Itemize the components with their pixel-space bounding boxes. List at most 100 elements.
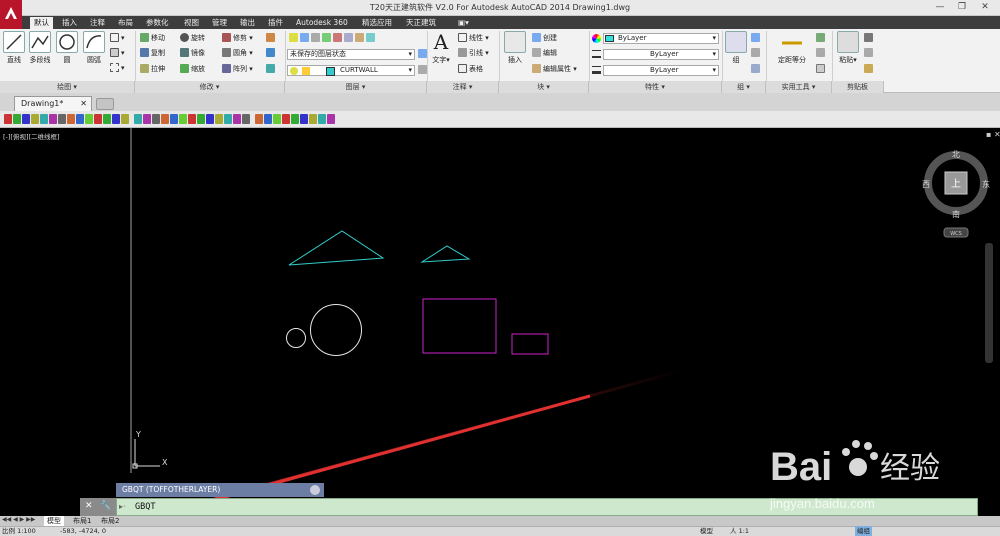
toolbar-icon[interactable]: [264, 114, 272, 124]
linear-dim-tool[interactable]: 线性 ▾: [458, 33, 489, 44]
close-icon[interactable]: ✕: [80, 97, 87, 110]
modify-panel-title[interactable]: 修改 ▾: [135, 81, 285, 93]
utilities-panel-title[interactable]: 实用工具 ▾: [766, 81, 832, 93]
toolbar-icon[interactable]: [179, 114, 187, 124]
tab-featured-apps[interactable]: 精选应用: [358, 17, 396, 29]
toolbar-icon[interactable]: [273, 114, 281, 124]
toolbar-icon[interactable]: [170, 114, 178, 124]
tab-plugins[interactable]: 插件: [264, 17, 287, 29]
tab-view[interactable]: 视图: [180, 17, 203, 29]
toolbar-icon[interactable]: [161, 114, 169, 124]
explode-icon[interactable]: [266, 48, 277, 59]
triangle-large[interactable]: [288, 230, 385, 266]
measure-tool[interactable]: 定距等分: [772, 31, 812, 65]
region-tool[interactable]: ▾: [110, 63, 125, 74]
tab-layout[interactable]: 布局: [114, 17, 137, 29]
toolbar-icon[interactable]: [22, 114, 30, 124]
rectangle-large[interactable]: [422, 298, 497, 354]
toolbar-icon[interactable]: [58, 114, 66, 124]
offset-icon[interactable]: [266, 64, 277, 75]
toolbar-icon[interactable]: [327, 114, 335, 124]
annotation-scale[interactable]: 人 1:1: [730, 526, 749, 536]
stretch-tool[interactable]: 拉伸: [140, 64, 165, 75]
toolbar-icon[interactable]: [31, 114, 39, 124]
group-select-icon[interactable]: [751, 64, 762, 75]
scale-tool[interactable]: 缩放: [180, 64, 205, 75]
group-edit-icon[interactable]: [751, 48, 762, 59]
toolbar-icon[interactable]: [291, 114, 299, 124]
toolbar-icon[interactable]: [94, 114, 102, 124]
tab-insert[interactable]: 插入: [58, 17, 81, 29]
trim-tool[interactable]: 修剪 ▾: [222, 33, 253, 44]
toolbar-icon[interactable]: [215, 114, 223, 124]
toolbar-icon[interactable]: [112, 114, 120, 124]
help-icon[interactable]: [310, 485, 320, 495]
toolbar-icon[interactable]: [4, 114, 12, 124]
properties-panel-title[interactable]: 特性 ▾: [589, 81, 722, 93]
video-icon[interactable]: ▣▾: [454, 17, 473, 29]
toolbar-icon[interactable]: [13, 114, 21, 124]
layout-tab-2[interactable]: 布局2: [98, 516, 122, 526]
paste-tool[interactable]: 粘贴▾: [836, 31, 860, 65]
toolbar-icon[interactable]: [85, 114, 93, 124]
nav-bar[interactable]: [985, 243, 993, 363]
rotate-tool[interactable]: 旋转: [180, 33, 205, 44]
autocad-logo[interactable]: [0, 0, 22, 30]
toolbar-icon[interactable]: [134, 114, 142, 124]
model-status[interactable]: 模型: [700, 526, 713, 536]
copy-tool[interactable]: 复制: [140, 48, 165, 59]
toolbar-icon[interactable]: [224, 114, 232, 124]
toolbar-icon[interactable]: [188, 114, 196, 124]
linetype-dropdown[interactable]: ByLayer: [603, 49, 719, 60]
polyline-tool[interactable]: 多段线: [28, 31, 52, 65]
mirror-tool[interactable]: 镜像: [180, 48, 205, 59]
wrench-icon[interactable]: 🔧: [100, 501, 111, 511]
edit-attribute-tool[interactable]: 编辑属性 ▾: [532, 64, 577, 75]
insert-block-tool[interactable]: 插入: [503, 31, 527, 65]
text-tool[interactable]: A 文字▾: [430, 31, 452, 65]
tab-default[interactable]: 默认: [30, 17, 53, 29]
arc-tool[interactable]: 圆弧: [82, 31, 106, 65]
groups-panel-title[interactable]: 组 ▾: [722, 81, 766, 93]
toolbar-icon[interactable]: [143, 114, 151, 124]
close-icon[interactable]: ✕: [85, 501, 93, 511]
array-tool[interactable]: 阵列 ▾: [222, 64, 253, 75]
toolbar-icon[interactable]: [197, 114, 205, 124]
toolbar-icon[interactable]: [255, 114, 263, 124]
toolbar-icon[interactable]: [40, 114, 48, 124]
toolbar-icon[interactable]: [76, 114, 84, 124]
toolbar-icon[interactable]: [67, 114, 75, 124]
triangle-small[interactable]: [420, 245, 471, 263]
layer-state-dropdown[interactable]: 未保存的图层状态: [287, 49, 415, 60]
draw-panel-title[interactable]: 绘图 ▾: [0, 81, 135, 93]
create-block-tool[interactable]: 创建: [532, 33, 557, 44]
clipboard-panel-title[interactable]: 剪贴板: [832, 81, 884, 93]
toolbar-icon[interactable]: [300, 114, 308, 124]
circle-small[interactable]: [286, 328, 306, 348]
utility-icon-1[interactable]: [816, 33, 827, 44]
toolbar-icon[interactable]: [121, 114, 129, 124]
utility-icon-3[interactable]: [816, 64, 827, 75]
ungroup-icon[interactable]: [751, 33, 762, 44]
copy-clip-icon[interactable]: [864, 48, 875, 59]
toolbar-icon[interactable]: [206, 114, 214, 124]
match-properties-icon[interactable]: [864, 64, 875, 75]
new-tab-icon[interactable]: [96, 98, 114, 110]
tab-annotate[interactable]: 注释: [86, 17, 109, 29]
tab-output[interactable]: 输出: [236, 17, 259, 29]
tab-parametric[interactable]: 参数化: [142, 17, 173, 29]
group-status[interactable]: 编组: [855, 526, 872, 536]
rectangle-tool[interactable]: ▾: [110, 33, 125, 44]
hatch-tool[interactable]: ▾: [110, 48, 125, 59]
toolbar-icon[interactable]: [233, 114, 241, 124]
tab-nav-arrows[interactable]: ◀◀ ◀ ▶ ▶▶: [2, 516, 35, 523]
circle-tool[interactable]: 圆: [55, 31, 79, 65]
tab-autodesk360[interactable]: Autodesk 360: [292, 17, 352, 29]
line-tool[interactable]: 直线: [2, 31, 26, 65]
tab-tangent[interactable]: 天正建筑: [402, 17, 440, 29]
layout-tab-1[interactable]: 布局1: [70, 516, 94, 526]
toolbar-icon[interactable]: [103, 114, 111, 124]
lineweight-dropdown[interactable]: ByLayer: [603, 65, 719, 76]
viewcube[interactable]: 上 北 南 东 西 WCS: [922, 150, 990, 238]
viewport-close-icon[interactable]: ▪ ✕: [986, 130, 1000, 139]
